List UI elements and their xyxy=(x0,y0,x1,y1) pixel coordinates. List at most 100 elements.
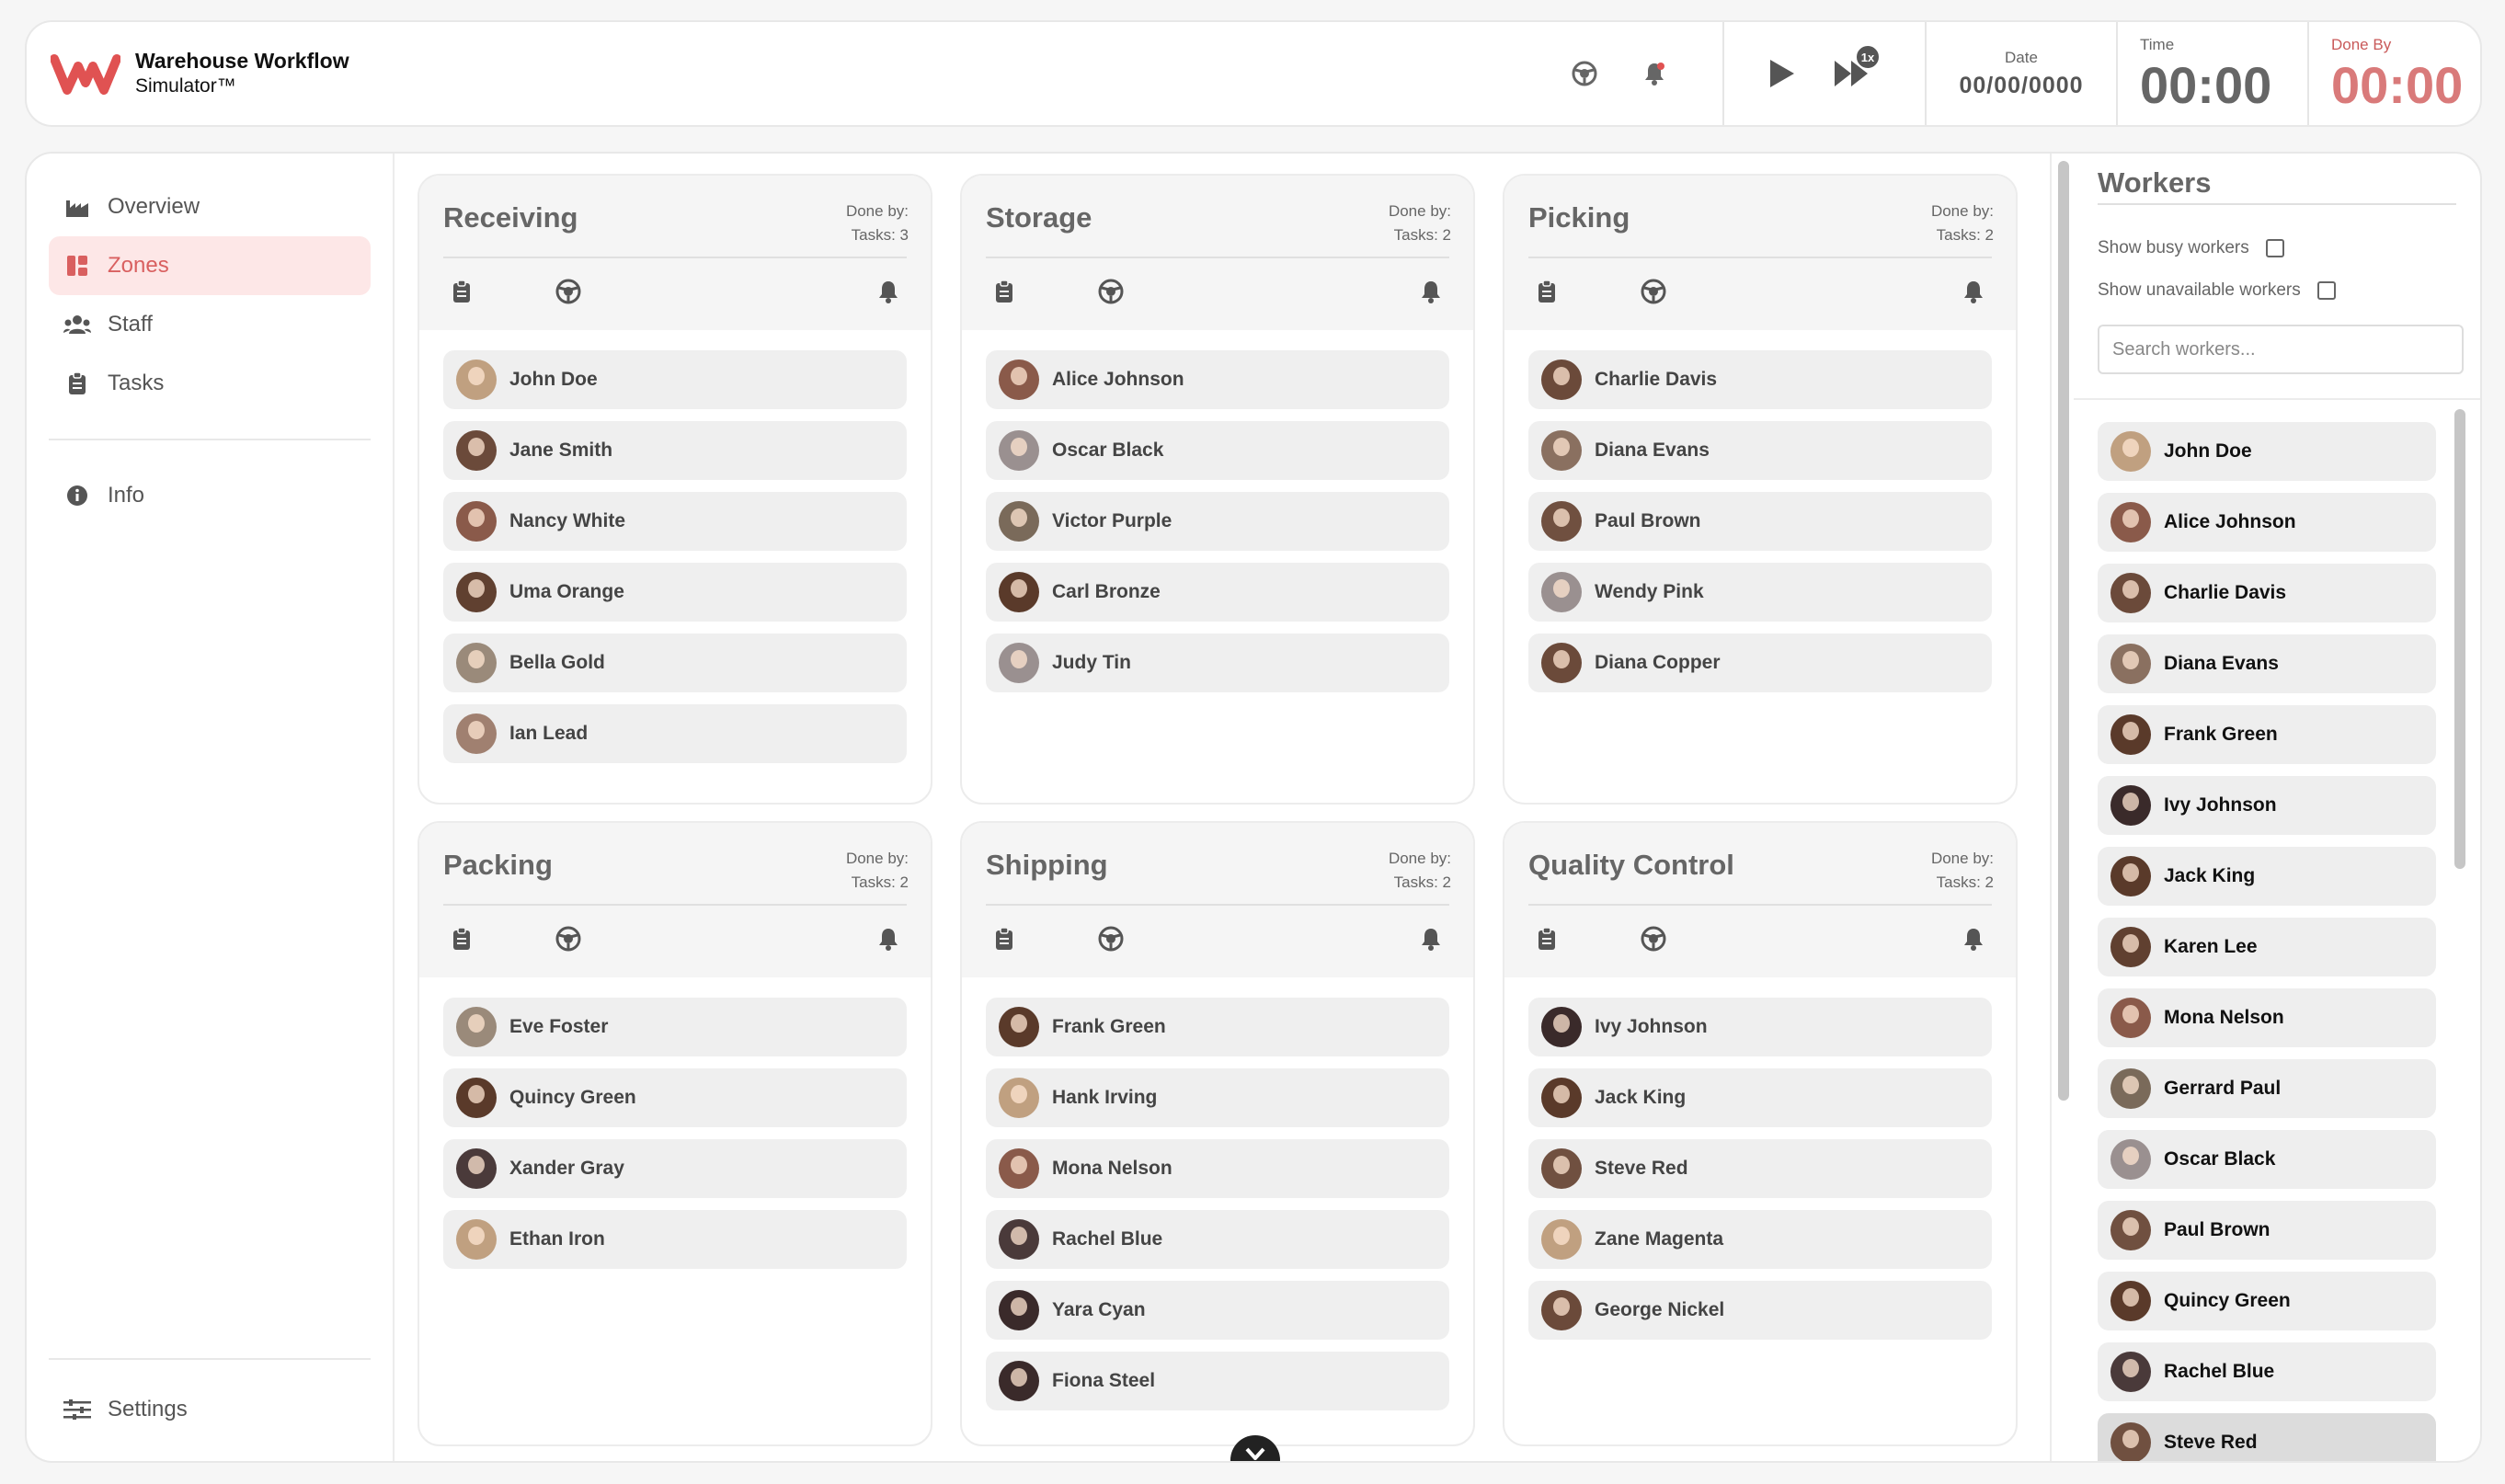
worker-name: Charlie Davis xyxy=(2164,582,2287,603)
globe-icon[interactable] xyxy=(1092,273,1129,310)
worker-chip[interactable]: Alice Johnson xyxy=(986,350,1449,409)
globe-icon[interactable] xyxy=(550,273,587,310)
clipboard-icon[interactable] xyxy=(986,920,1023,957)
sidebar-item-overview[interactable]: Overview xyxy=(49,177,371,236)
zone-title: Picking xyxy=(1528,201,1630,234)
worker-list-item[interactable]: Jack King xyxy=(2098,847,2436,906)
worker-chip[interactable]: Charlie Davis xyxy=(1528,350,1992,409)
worker-chip[interactable]: Quincy Green xyxy=(443,1068,907,1127)
worker-list-item[interactable]: Rachel Blue xyxy=(2098,1342,2436,1401)
clipboard-icon[interactable] xyxy=(1528,273,1565,310)
worker-name: Quincy Green xyxy=(2164,1290,2291,1311)
workers-title: Workers xyxy=(2098,166,2212,199)
bell-icon[interactable] xyxy=(1955,920,1992,957)
worker-list-item[interactable]: Paul Brown xyxy=(2098,1201,2436,1260)
worker-chip[interactable]: George Nickel xyxy=(1528,1281,1992,1340)
avatar xyxy=(456,643,497,683)
scrollbar-thumb[interactable] xyxy=(2454,409,2465,869)
worker-chip[interactable]: Ian Lead xyxy=(443,704,907,763)
worker-chip[interactable]: Diana Evans xyxy=(1528,421,1992,480)
worker-chip[interactable]: Wendy Pink xyxy=(1528,563,1992,622)
play-button[interactable] xyxy=(1763,55,1800,92)
bell-icon[interactable] xyxy=(1640,59,1669,88)
sidebar-item-info[interactable]: Info xyxy=(49,466,371,525)
factory-icon xyxy=(63,193,91,221)
worker-list-item[interactable]: John Doe xyxy=(2098,422,2436,481)
worker-chip[interactable]: Victor Purple xyxy=(986,492,1449,551)
search-workers-input[interactable] xyxy=(2098,325,2464,374)
worker-chip[interactable]: Rachel Blue xyxy=(986,1210,1449,1269)
worker-chip[interactable]: Ivy Johnson xyxy=(1528,998,1992,1056)
worker-list-item[interactable]: Mona Nelson xyxy=(2098,988,2436,1047)
workers-scrollbar[interactable] xyxy=(2451,402,2469,1461)
worker-chip[interactable]: Judy Tin xyxy=(986,634,1449,692)
worker-list-item[interactable]: Quincy Green xyxy=(2098,1272,2436,1330)
sidebar-item-staff[interactable]: Staff xyxy=(49,295,371,354)
zones-scrollbar[interactable] xyxy=(2050,154,2074,1461)
worker-chip[interactable]: Mona Nelson xyxy=(986,1139,1449,1198)
worker-chip[interactable]: Eve Foster xyxy=(443,998,907,1056)
show-busy-toggle[interactable]: Show busy workers xyxy=(2098,238,2284,258)
worker-list-item[interactable]: Diana Evans xyxy=(2098,634,2436,693)
worker-chip[interactable]: Jack King xyxy=(1528,1068,1992,1127)
worker-chip[interactable]: Nancy White xyxy=(443,492,907,551)
workers-list: John Doe Alice Johnson Charlie Davis Dia… xyxy=(2098,422,2436,1461)
worker-chip[interactable]: Carl Bronze xyxy=(986,563,1449,622)
bell-icon[interactable] xyxy=(1413,273,1449,310)
sidebar-item-zones[interactable]: Zones xyxy=(49,236,371,295)
bell-icon[interactable] xyxy=(1413,920,1449,957)
sidebar-item-tasks[interactable]: Tasks xyxy=(49,354,371,413)
worker-chip[interactable]: Oscar Black xyxy=(986,421,1449,480)
globe-icon[interactable] xyxy=(1570,59,1599,88)
date-label: Date xyxy=(2005,48,2038,66)
worker-list-item[interactable]: Frank Green xyxy=(2098,705,2436,764)
worker-name: Ethan Iron xyxy=(509,1228,605,1250)
clipboard-icon xyxy=(63,370,91,397)
avatar xyxy=(2110,1210,2151,1250)
globe-icon[interactable] xyxy=(1635,273,1672,310)
worker-list-item[interactable]: Ivy Johnson xyxy=(2098,776,2436,835)
worker-list-item[interactable]: Charlie Davis xyxy=(2098,564,2436,622)
show-busy-checkbox[interactable] xyxy=(2265,239,2284,257)
worker-chip[interactable]: Paul Brown xyxy=(1528,492,1992,551)
bell-icon[interactable] xyxy=(870,273,907,310)
worker-chip[interactable]: Uma Orange xyxy=(443,563,907,622)
worker-list-item[interactable]: Steve Red xyxy=(2098,1413,2436,1461)
globe-icon[interactable] xyxy=(550,920,587,957)
worker-chip[interactable]: Jane Smith xyxy=(443,421,907,480)
clipboard-icon[interactable] xyxy=(443,920,480,957)
bell-icon[interactable] xyxy=(1955,273,1992,310)
worker-chip[interactable]: Diana Copper xyxy=(1528,634,1992,692)
worker-chip[interactable]: Hank Irving xyxy=(986,1068,1449,1127)
app-subtitle: Simulator™ xyxy=(135,75,236,97)
show-unavailable-label: Show unavailable workers xyxy=(2098,280,2301,300)
worker-chip[interactable]: Steve Red xyxy=(1528,1139,1992,1198)
worker-chip[interactable]: Xander Gray xyxy=(443,1139,907,1198)
clipboard-icon[interactable] xyxy=(443,273,480,310)
clipboard-icon[interactable] xyxy=(1528,920,1565,957)
sidebar-nav: Overview Zones Staff Tasks Info xyxy=(49,177,371,525)
worker-chip[interactable]: John Doe xyxy=(443,350,907,409)
fast-forward-button[interactable]: 1x xyxy=(1833,44,1881,92)
globe-icon[interactable] xyxy=(1092,920,1129,957)
show-unavailable-checkbox[interactable] xyxy=(2316,281,2336,300)
scrollbar-thumb[interactable] xyxy=(2058,161,2069,1101)
zone-task-count: Tasks: 2 xyxy=(1936,873,1994,891)
worker-list-item[interactable]: Alice Johnson xyxy=(2098,493,2436,552)
clipboard-icon[interactable] xyxy=(986,273,1023,310)
zone-card: Receiving Done by: Tasks: 3 John Doe Jan… xyxy=(418,174,932,805)
worker-list-item[interactable]: Karen Lee xyxy=(2098,918,2436,976)
worker-list-item[interactable]: Oscar Black xyxy=(2098,1130,2436,1189)
worker-chip[interactable]: Fiona Steel xyxy=(986,1352,1449,1410)
globe-icon[interactable] xyxy=(1635,920,1672,957)
worker-chip[interactable]: Yara Cyan xyxy=(986,1281,1449,1340)
worker-chip[interactable]: Zane Magenta xyxy=(1528,1210,1992,1269)
worker-chip[interactable]: Frank Green xyxy=(986,998,1449,1056)
sidebar-item-settings[interactable]: Settings xyxy=(49,1380,371,1439)
worker-list-item[interactable]: Gerrard Paul xyxy=(2098,1059,2436,1118)
bell-icon[interactable] xyxy=(870,920,907,957)
worker-chip[interactable]: Bella Gold xyxy=(443,634,907,692)
avatar xyxy=(999,1078,1039,1118)
show-unavailable-toggle[interactable]: Show unavailable workers xyxy=(2098,280,2336,301)
worker-chip[interactable]: Ethan Iron xyxy=(443,1210,907,1269)
